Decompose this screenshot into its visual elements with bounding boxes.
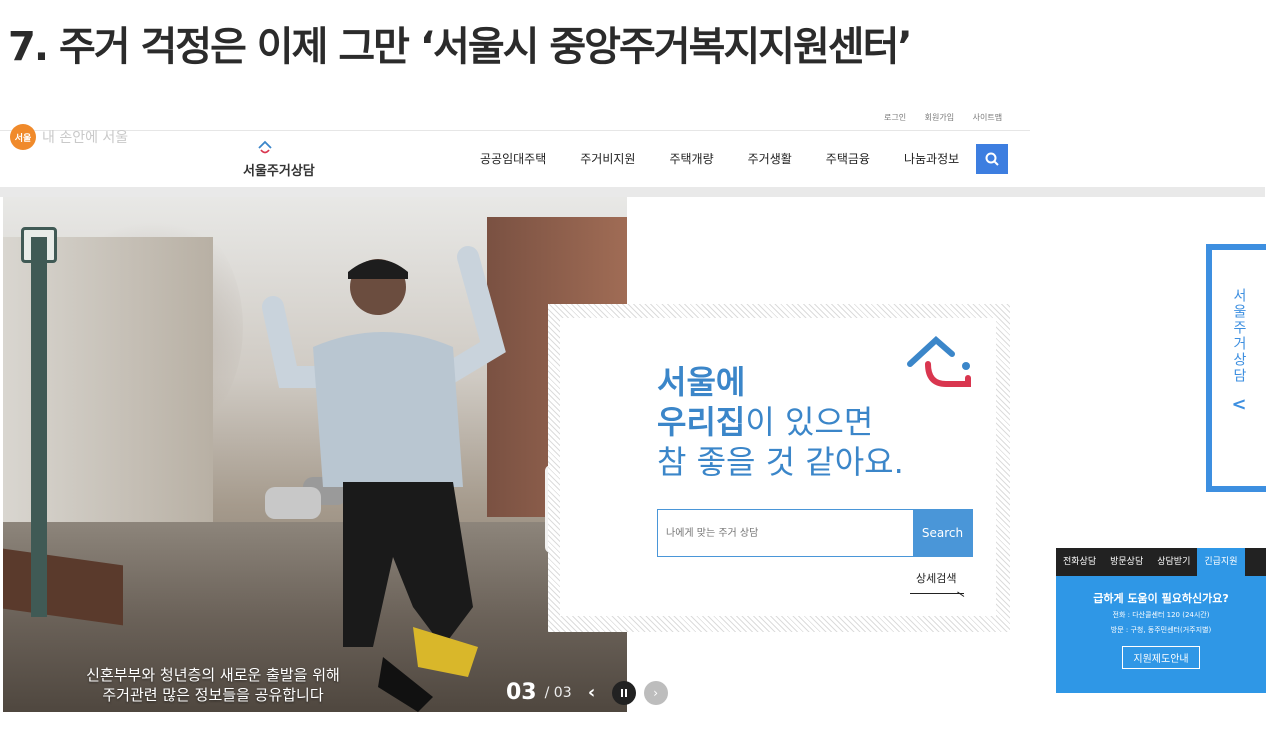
header-divider xyxy=(0,130,1030,131)
consult-search-input[interactable] xyxy=(658,510,913,556)
consult-tabs: 전화상담 방문상담 상담받기 긴급지원 xyxy=(1056,548,1266,576)
support-guide-button[interactable]: 지원제도안내 xyxy=(1122,646,1200,669)
consult-question: 급하게 도움이 필요하신가요? xyxy=(1093,592,1229,605)
consult-search-button[interactable]: Search xyxy=(913,510,972,556)
chevron-left-icon: < xyxy=(1231,394,1247,415)
consult-widget: 전화상담 방문상담 상담받기 긴급지원 급하게 도움이 필요하신가요? 전화 :… xyxy=(1056,548,1266,693)
promo-headline: 서울에 우리집이 있으면 참 좋을 것 같아요. xyxy=(657,362,904,482)
tab-get-consult[interactable]: 상담받기 xyxy=(1150,548,1197,576)
hero-caption-line2: 주거관련 많은 정보들을 공유합니다 xyxy=(102,686,324,704)
tab-phone-consult[interactable]: 전화상담 xyxy=(1056,548,1103,576)
pager-total: / 03 xyxy=(544,684,572,701)
next-slide-button[interactable]: › xyxy=(643,680,668,705)
pause-icon xyxy=(620,688,627,697)
signup-link[interactable]: 회원가입 xyxy=(925,113,954,122)
utility-bar: 로그인 회원가입 사이트맵 xyxy=(884,112,1018,123)
hero-caption: 신혼부부와 청년층의 새로운 출발을 위해 주거관련 많은 정보들을 공유합니다 xyxy=(48,665,378,705)
prev-slide-button[interactable]: ‹ xyxy=(580,681,604,705)
pause-button[interactable] xyxy=(611,680,636,705)
nav-housing-finance[interactable]: 주택금융 xyxy=(826,150,870,167)
consult-phone: 전화 : 다산콜센터 120 (24시간) xyxy=(1112,611,1210,619)
main-nav: 공공임대주택 주거비지원 주택개량 주거생활 주택금융 나눔과정보 xyxy=(480,150,993,167)
jumping-person-figure xyxy=(262,246,506,712)
consult-search: Search xyxy=(657,509,973,557)
pager-current: 03 xyxy=(506,680,537,705)
sitemap-link[interactable]: 사이트맵 xyxy=(973,113,1002,122)
consult-body: 급하게 도움이 필요하신가요? 전화 : 다산콜센터 120 (24시간) 방문… xyxy=(1056,576,1266,669)
search-icon xyxy=(985,152,999,166)
nav-public-rental[interactable]: 공공임대주택 xyxy=(480,150,546,167)
consult-visit: 방문 : 구청, 동주민센터(거주지별) xyxy=(1110,626,1212,634)
slide-title: 7. 주거 걱정은 이제 그만 ‘서울시 중앙주거복지지원센터’ xyxy=(8,24,913,70)
seoul-logo-mark: 서울 xyxy=(10,124,36,150)
nav-housing-life[interactable]: 주거생활 xyxy=(748,150,792,167)
house-logo-icon xyxy=(258,140,272,154)
nav-house-improvement[interactable]: 주택개량 xyxy=(669,150,713,167)
seoul-logo[interactable]: 서울 내 손안에 서울 xyxy=(10,124,128,150)
street-lamp xyxy=(31,237,47,617)
promo-line1: 서울에 xyxy=(657,363,746,401)
site-name: 서울주거상담 xyxy=(243,164,315,179)
arrow-right-icon xyxy=(910,586,964,594)
nav-sharing-info[interactable]: 나눔과정보 xyxy=(904,150,959,167)
login-link[interactable]: 로그인 xyxy=(884,113,906,122)
promo-line2: 우리집이 있으면 xyxy=(657,403,874,441)
tab-emergency-support[interactable]: 긴급지원 xyxy=(1197,548,1245,576)
seoul-slogan: 내 손안에 서울 xyxy=(42,130,129,146)
nav-housing-cost[interactable]: 주거비지원 xyxy=(580,150,635,167)
detail-search-link[interactable]: 상세검색 xyxy=(910,570,964,594)
house-smile-icon xyxy=(907,335,971,387)
header-band xyxy=(0,187,1265,197)
site-logo[interactable]: 서울주거상담 xyxy=(243,140,343,180)
hero-image xyxy=(3,197,627,712)
slide-pager: 03 / 03 ‹ › xyxy=(506,680,668,705)
tab-visit-consult[interactable]: 방문상담 xyxy=(1103,548,1150,576)
hero-caption-line1: 신혼부부와 청년층의 새로운 출발을 위해 xyxy=(86,666,340,684)
header-search-button[interactable] xyxy=(976,144,1008,174)
side-tab-label: 서울주거상담 xyxy=(1231,288,1247,384)
promo-line3: 참 좋을 것 같아요. xyxy=(657,443,904,481)
side-consult-tab[interactable]: 서울주거상담 < xyxy=(1206,244,1266,492)
